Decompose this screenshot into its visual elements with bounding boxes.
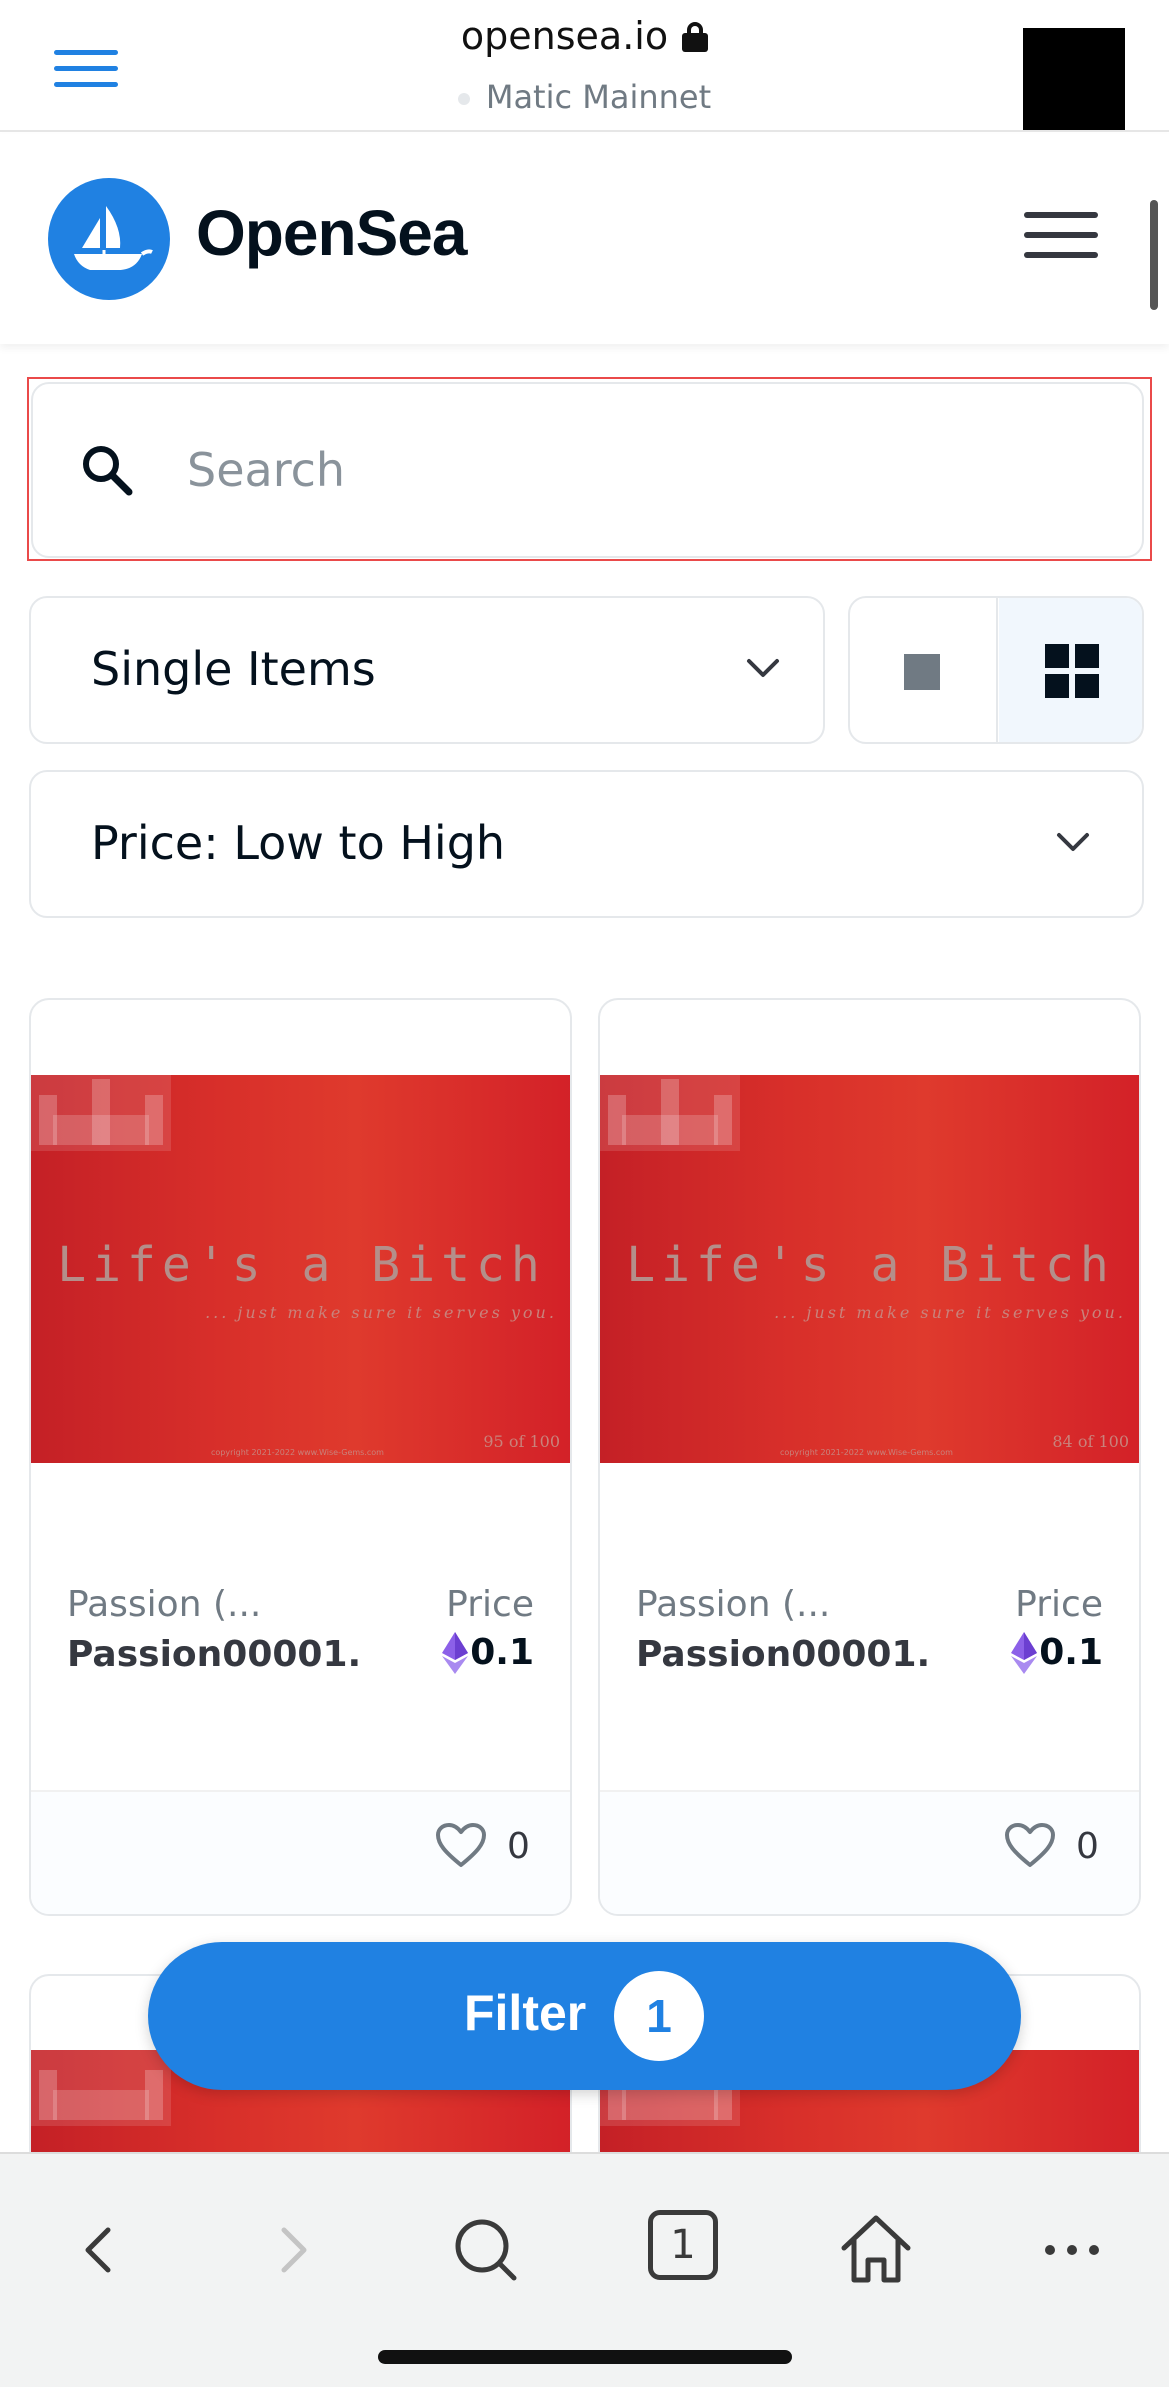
collection-name[interactable]: Passion (... <box>67 1584 261 1625</box>
home-icon[interactable] <box>836 2210 916 2290</box>
price-label: Price <box>1015 1584 1103 1625</box>
heart-icon[interactable] <box>435 1822 487 1868</box>
home-indicator[interactable] <box>378 2350 792 2364</box>
filter-label: Filter <box>464 1985 587 2041</box>
grid-icon-cell <box>1075 674 1099 698</box>
address-bar[interactable]: opensea.io <box>0 14 1169 58</box>
castle-watermark-icon <box>31 2050 171 2126</box>
item-type-value: Single Items <box>91 642 376 696</box>
asset-name[interactable]: Passion00001. <box>636 1634 930 1675</box>
art-subtitle: ... just make sure it serves you. <box>205 1303 557 1322</box>
scrollbar[interactable] <box>1150 200 1158 310</box>
art-copyright: copyright 2021-2022 www.Wise-Gems.com <box>780 1448 953 1457</box>
browser-top-bar: opensea.io Matic Mainnet <box>0 0 1169 132</box>
square-icon <box>904 654 940 690</box>
redacted-block <box>1023 28 1125 130</box>
castle-watermark-icon <box>600 1075 740 1151</box>
lock-icon <box>682 22 709 52</box>
filter-button[interactable]: Filter 1 <box>148 1942 1021 2090</box>
asset-name[interactable]: Passion00001. <box>67 1634 361 1675</box>
art-title: Life's a Bitch <box>626 1237 1115 1293</box>
asset-card[interactable]: Life's a Bitch ... just make sure it ser… <box>29 998 572 1916</box>
grid-icon-cell <box>1075 644 1099 668</box>
like-count: 0 <box>1076 1826 1099 1867</box>
network-name: Matic Mainnet <box>485 78 712 116</box>
filter-count-badge: 1 <box>614 1971 704 2061</box>
price-label: Price <box>446 1584 534 1625</box>
single-view-button[interactable] <box>850 598 998 742</box>
like-count: 0 <box>507 1826 530 1867</box>
asset-image[interactable]: Life's a Bitch ... just make sure it ser… <box>600 1075 1139 1463</box>
chevron-down-icon <box>1057 833 1089 851</box>
hamburger-menu-icon[interactable] <box>1024 212 1098 264</box>
back-icon[interactable] <box>60 2210 140 2290</box>
tabs-icon[interactable]: 1 <box>648 2210 718 2280</box>
castle-watermark-icon <box>31 1075 171 1151</box>
price-value: 0.1 <box>470 1632 534 1673</box>
network-indicator: Matic Mainnet <box>0 78 1169 116</box>
heart-icon[interactable] <box>1004 1822 1056 1868</box>
brand-name[interactable]: OpenSea <box>196 196 467 270</box>
sort-dropdown[interactable]: Price: Low to High <box>29 770 1144 918</box>
search-icon[interactable] <box>446 2210 526 2290</box>
card-footer: 0 <box>31 1790 570 1914</box>
grid-icon <box>1045 644 1069 668</box>
item-type-dropdown[interactable]: Single Items <box>29 596 825 744</box>
price-value: 0.1 <box>1039 1632 1103 1673</box>
view-mode-toggle <box>848 596 1144 744</box>
asset-image[interactable]: Life's a Bitch ... just make sure it ser… <box>31 1075 570 1463</box>
sort-value: Price: Low to High <box>91 816 506 870</box>
asset-card[interactable]: Life's a Bitch ... just make sure it ser… <box>598 998 1141 1916</box>
card-footer: 0 <box>600 1790 1139 1914</box>
art-title: Life's a Bitch <box>57 1237 546 1293</box>
art-edition: 95 of 100 <box>483 1432 560 1451</box>
opensea-logo-icon[interactable] <box>48 178 170 300</box>
network-dot-icon <box>457 93 470 105</box>
search-box[interactable] <box>31 382 1144 558</box>
chevron-down-icon <box>747 659 779 677</box>
site-header: OpenSea <box>0 134 1169 344</box>
art-copyright: copyright 2021-2022 www.Wise-Gems.com <box>211 1448 384 1457</box>
more-icon[interactable] <box>1032 2210 1112 2290</box>
eth-icon <box>1011 1632 1037 1674</box>
search-input[interactable] <box>187 434 1087 506</box>
collection-name[interactable]: Passion (... <box>636 1584 830 1625</box>
grid-icon-cell <box>1045 674 1069 698</box>
art-subtitle: ... just make sure it serves you. <box>774 1303 1126 1322</box>
search-icon <box>83 446 133 496</box>
art-edition: 84 of 100 <box>1052 1432 1129 1451</box>
grid-view-button[interactable] <box>999 598 1142 742</box>
eth-icon <box>442 1632 468 1674</box>
forward-icon[interactable] <box>252 2210 332 2290</box>
url-text: opensea.io <box>460 14 669 58</box>
